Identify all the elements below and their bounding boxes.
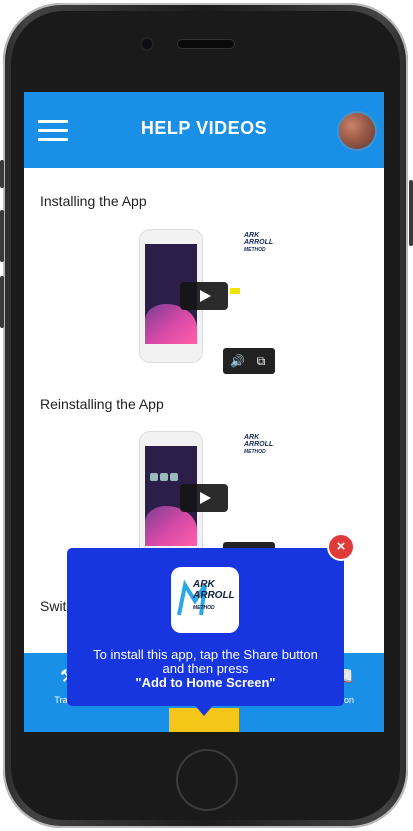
install-line-2: and then press [162,661,249,676]
picture-in-picture-icon[interactable]: ⧉ [254,354,268,368]
volume-icon[interactable]: 🔊 [230,354,245,368]
yellow-marker [230,288,240,294]
logo-text-sub: METHOD [193,605,215,611]
logo-text-top: ARK [193,579,215,590]
install-line-3: "Add to Home Screen" [135,675,276,690]
install-instructions: To install this app, tap the Share butto… [77,648,334,690]
install-line-1: To install this app, tap the Share butto… [93,647,318,662]
play-icon[interactable] [180,484,228,512]
video-installing[interactable]: ARK ARROLL METHOD 🔊 ⧉ [124,230,284,374]
phone-power-button [409,180,413,246]
play-icon[interactable] [180,282,228,310]
speaker-grille [178,40,234,48]
popup-pointer [192,702,216,716]
phone-volume-up [0,210,4,262]
phone-volume-down [0,276,4,328]
section-title-switching: Swit [40,598,67,614]
section-title-installing: Installing the App [40,193,147,209]
install-prompt-popup: ARK ARROLL METHOD To install this app, t… [67,548,344,706]
page-title: HELP VIDEOS [140,118,268,138]
home-button[interactable] [178,751,236,809]
phone-silent-switch [0,160,4,188]
video-logo: ARK ARROLL METHOD [244,434,274,455]
camera-icon [142,39,152,49]
video-logo: ARK ARROLL METHOD [244,232,274,253]
video-controls: 🔊 ⧉ [223,348,275,374]
avatar[interactable] [339,113,375,149]
section-title-reinstalling: Reinstalling the App [40,396,164,412]
close-icon[interactable]: × [329,535,353,559]
logo-text-bottom: ARROLL [193,590,235,601]
app-logo: ARK ARROLL METHOD [171,567,239,633]
app-header: HELP VIDEOS [24,92,384,168]
